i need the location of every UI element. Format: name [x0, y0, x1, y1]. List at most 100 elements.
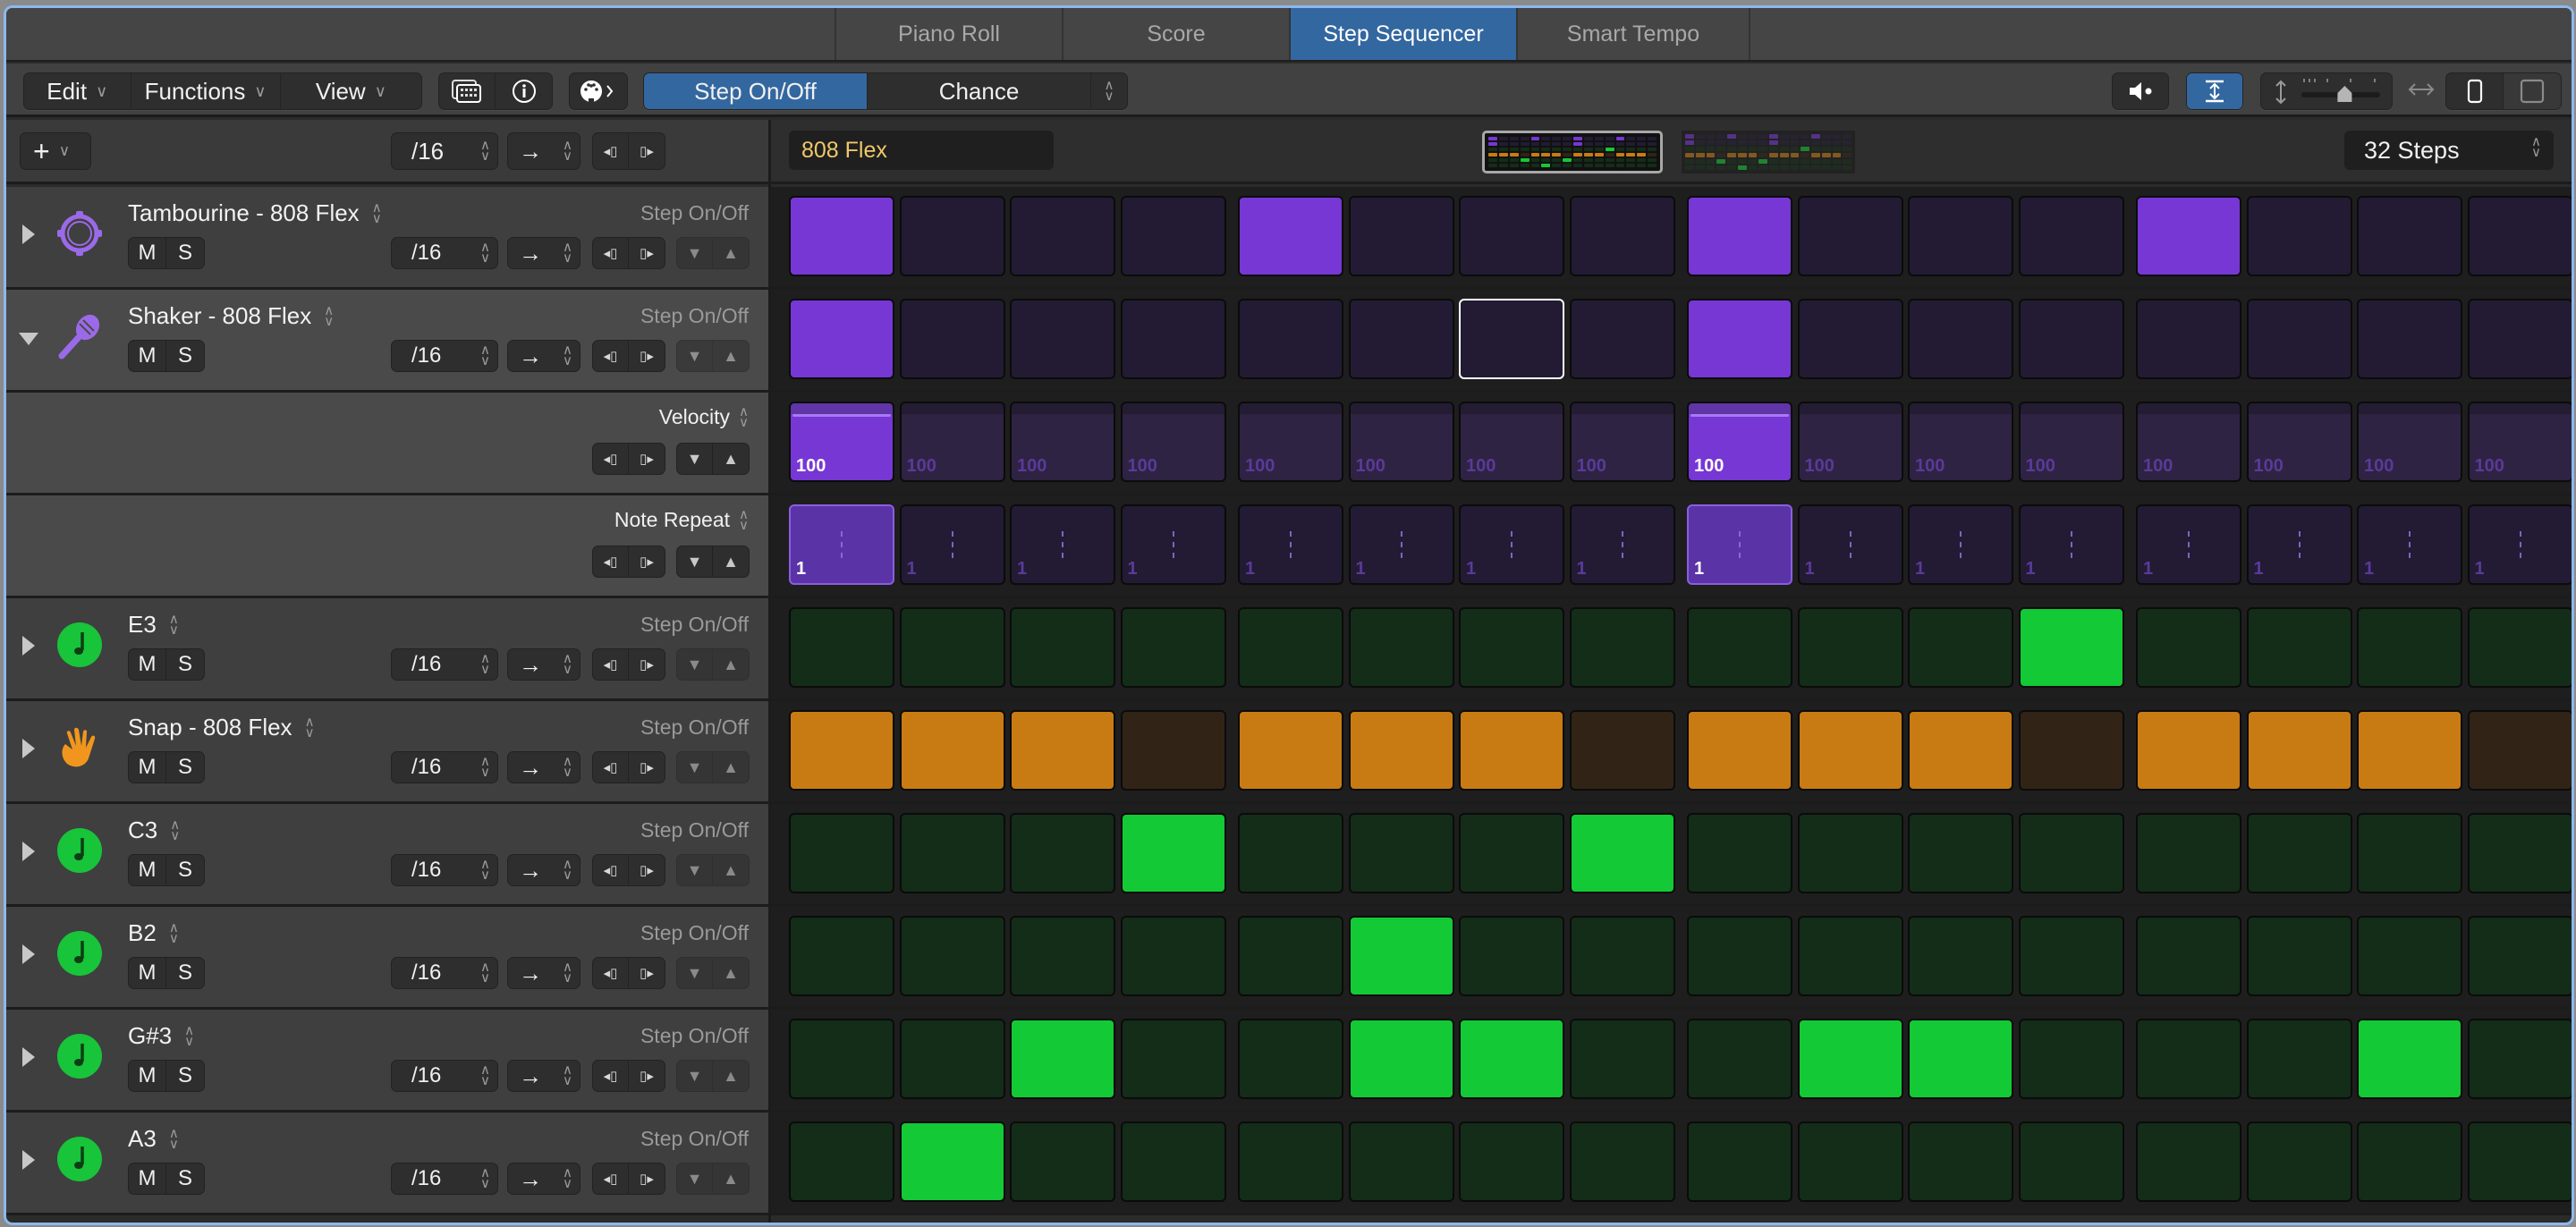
note-repeat-cell-3[interactable]: 1	[1010, 504, 1115, 585]
step-cell-15[interactable]	[2357, 916, 2462, 996]
offset-right-button[interactable]: ▯▸	[629, 1164, 665, 1194]
disclosure-triangle[interactable]	[22, 1047, 35, 1067]
step-cell-11[interactable]	[1908, 916, 2013, 996]
velocity-cell-10[interactable]: 100	[1797, 402, 1903, 482]
step-cell-13[interactable]	[2136, 1019, 2241, 1099]
velocity-cell-15[interactable]: 100	[2357, 402, 2462, 482]
solo-button[interactable]: S	[166, 1061, 204, 1091]
offset-left-button[interactable]: ◂▯	[593, 855, 630, 885]
step-cell-16[interactable]	[2467, 1121, 2572, 1202]
step-cell-5[interactable]	[1238, 1019, 1343, 1099]
offset-left-button[interactable]: ◂▯	[593, 1061, 630, 1091]
step-cell-6[interactable]	[1348, 299, 1454, 379]
step-cell-10[interactable]	[1797, 607, 1903, 688]
step-cell-2[interactable]	[899, 299, 1005, 379]
step-cell-7[interactable]	[1459, 813, 1564, 893]
velocity-cell-13[interactable]: 100	[2136, 402, 2241, 482]
note-repeat-cell-14[interactable]: 1	[2246, 504, 2352, 585]
step-cell-16[interactable]	[2467, 196, 2572, 276]
sub-row-parameter-select[interactable]: Note Repeat ∧ ∨	[614, 508, 749, 532]
step-cell-15[interactable]	[2357, 1121, 2462, 1202]
view-menu[interactable]: View ∨	[281, 73, 421, 109]
pattern-page-2-thumbnail[interactable]	[1682, 131, 1855, 173]
solo-button[interactable]: S	[166, 752, 204, 783]
note-repeat-cell-15[interactable]: 1	[2357, 504, 2462, 585]
increase-value-button[interactable]: ▲	[713, 752, 749, 783]
step-cell-2[interactable]	[899, 196, 1005, 276]
note-repeat-cell-2[interactable]: 1	[899, 504, 1005, 585]
velocity-cell-4[interactable]: 100	[1120, 402, 1226, 482]
note-repeat-cell-6[interactable]: 1	[1348, 504, 1454, 585]
step-cell-11[interactable]	[1908, 196, 2013, 276]
offset-right-button[interactable]: ▯▸	[629, 444, 665, 474]
step-cell-1[interactable]	[789, 916, 894, 996]
mute-button[interactable]: M	[129, 649, 167, 680]
step-cell-3[interactable]	[1010, 1121, 1115, 1202]
row-direction-select[interactable]: → ∧ ∨	[507, 751, 580, 783]
midi-out-button[interactable]	[570, 73, 627, 109]
step-cell-1[interactable]	[789, 813, 894, 893]
step-cell-15[interactable]	[2357, 299, 2462, 379]
pattern-page-1-thumbnail[interactable]	[1482, 131, 1663, 173]
step-cell-9[interactable]	[1687, 813, 1792, 893]
step-cell-15[interactable]	[2357, 1019, 2462, 1099]
step-cell-14[interactable]	[2246, 1019, 2352, 1099]
velocity-cell-12[interactable]: 100	[2018, 402, 2124, 482]
increase-value-button[interactable]: ▲	[713, 958, 749, 988]
step-cell-14[interactable]	[2246, 916, 2352, 996]
edit-mode-step-on-off[interactable]: Step On/Off	[644, 73, 868, 109]
inspector-button[interactable]	[496, 73, 552, 109]
step-cell-14[interactable]	[2246, 710, 2352, 791]
note-repeat-cell-4[interactable]: 1	[1120, 504, 1226, 585]
row-direction-select[interactable]: → ∧ ∨	[507, 237, 580, 269]
step-cell-13[interactable]	[2136, 813, 2241, 893]
increase-value-button[interactable]: ▲	[713, 341, 749, 371]
step-cell-12[interactable]	[2018, 813, 2124, 893]
step-cell-4[interactable]	[1120, 1121, 1226, 1202]
step-cell-10[interactable]	[1797, 1019, 1903, 1099]
step-cell-9[interactable]	[1687, 607, 1792, 688]
step-cell-14[interactable]	[2246, 299, 2352, 379]
step-cell-3[interactable]	[1010, 299, 1115, 379]
offset-left-button[interactable]: ◂▯	[593, 444, 630, 474]
step-cell-1[interactable]	[789, 196, 894, 276]
step-cell-5[interactable]	[1238, 710, 1343, 791]
step-cell-3[interactable]	[1010, 607, 1115, 688]
increase-value-button[interactable]: ▲	[713, 444, 749, 474]
note-repeat-cell-13[interactable]: 1	[2136, 504, 2241, 585]
step-cell-1[interactable]	[789, 607, 894, 688]
note-repeat-cell-8[interactable]: 1	[1569, 504, 1675, 585]
solo-button[interactable]: S	[166, 958, 204, 988]
step-cell-8[interactable]	[1569, 916, 1675, 996]
increase-value-button[interactable]: ▲	[713, 855, 749, 885]
step-cell-3[interactable]	[1010, 1019, 1115, 1099]
step-cell-12[interactable]	[2018, 196, 2124, 276]
step-cell-4[interactable]	[1120, 299, 1226, 379]
step-cell-8[interactable]	[1569, 196, 1675, 276]
step-cell-1[interactable]	[789, 1019, 894, 1099]
decrease-value-button[interactable]: ▼	[677, 752, 714, 783]
solo-button[interactable]: S	[166, 238, 204, 268]
step-cell-9[interactable]	[1687, 196, 1792, 276]
offset-left-button[interactable]: ◂▯	[593, 1164, 630, 1194]
tab-piano-roll[interactable]: Piano Roll	[835, 8, 1062, 60]
disclosure-triangle[interactable]	[22, 842, 35, 861]
velocity-cell-9[interactable]: 100	[1687, 402, 1792, 482]
step-cell-7[interactable]	[1459, 196, 1564, 276]
step-cell-15[interactable]	[2357, 813, 2462, 893]
step-cell-11[interactable]	[1908, 607, 2013, 688]
step-cell-5[interactable]	[1238, 916, 1343, 996]
step-cell-7[interactable]	[1459, 1019, 1564, 1099]
decrease-value-button[interactable]: ▼	[677, 546, 714, 577]
row-rate-select[interactable]: /16 ∧ ∨	[391, 237, 498, 269]
note-repeat-cell-12[interactable]: 1	[2018, 504, 2124, 585]
step-cell-11[interactable]	[1908, 1019, 2013, 1099]
offset-right-button[interactable]: ▯▸	[629, 855, 665, 885]
step-cell-4[interactable]	[1120, 1019, 1226, 1099]
step-cell-6[interactable]	[1348, 1019, 1454, 1099]
step-cell-8[interactable]	[1569, 813, 1675, 893]
disclosure-triangle[interactable]	[22, 1150, 35, 1170]
offset-left-button[interactable]: ◂▯	[593, 649, 630, 680]
row-name-select[interactable]: C3 ∧ ∨	[128, 817, 180, 844]
row-name-select[interactable]: B2 ∧ ∨	[128, 919, 179, 947]
